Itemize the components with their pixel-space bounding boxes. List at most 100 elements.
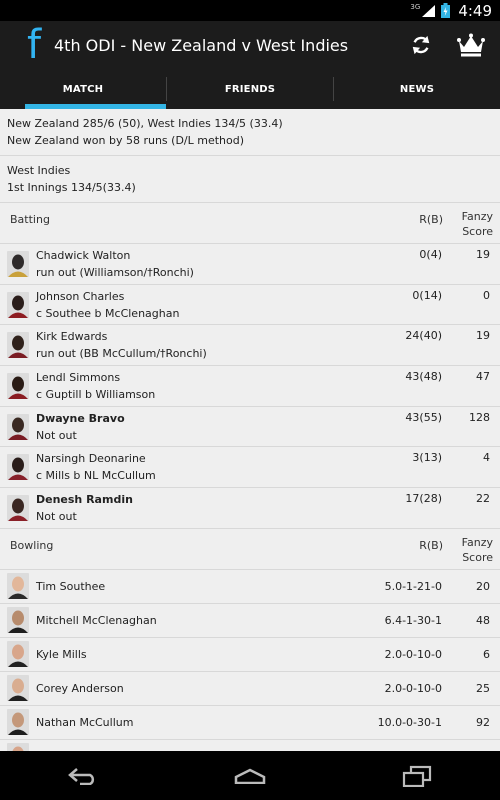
refresh-icon[interactable]	[406, 30, 436, 60]
runs-balls: 43(55)	[405, 410, 442, 424]
runs-balls: 17(28)	[405, 492, 442, 506]
tab-label: MATCH	[62, 83, 104, 95]
player-avatar	[7, 332, 29, 359]
tab-news[interactable]: NEWS	[334, 69, 500, 109]
fanzy-score: 47	[476, 370, 490, 384]
player-avatar	[7, 494, 29, 521]
fanzy-score: 19	[476, 248, 490, 261]
player-info: Dwayne Bravo Not out	[36, 410, 352, 444]
player-avatar	[7, 743, 29, 751]
batting-title: Batting	[10, 213, 50, 226]
bowling-figures: 2.0-0-10-0	[384, 681, 442, 695]
bowler-row[interactable]: Corey Anderson 2.0-0-10-0 25	[0, 672, 500, 706]
fanzy-score: 92	[476, 715, 490, 729]
crown-icon[interactable]	[456, 30, 486, 60]
signal-icon	[422, 4, 436, 17]
player-avatar	[7, 250, 29, 277]
innings-summary: West Indies 1st Innings 134/5(33.4)	[0, 156, 500, 203]
match-scorecard[interactable]: New Zealand 285/6 (50), West Indies 134/…	[0, 109, 500, 751]
player-avatar	[7, 675, 29, 702]
player-avatar	[7, 372, 29, 399]
back-icon[interactable]	[53, 756, 113, 796]
player-name: Nathan McCullum	[36, 715, 134, 729]
bowler-row[interactable]: Kane Williamson8.0-0-30-1105	[0, 740, 500, 751]
network-type: 3G	[410, 2, 421, 11]
fanzy-score: 48	[476, 613, 490, 627]
player-name: Narsingh Deonarine	[36, 452, 146, 466]
dismissal-text: run out (Williamson/†Ronchi)	[36, 265, 194, 279]
figures-column-header: R(B)	[419, 538, 443, 552]
bowling-title: Bowling	[10, 538, 54, 552]
dismissal-text: run out (BB McCullum/†Ronchi)	[36, 347, 207, 361]
navigation-bar	[0, 751, 500, 800]
fanzy-column-header: Fanzy Score	[461, 210, 493, 238]
fanzy-score: 6	[483, 647, 490, 661]
dismissal-text: c Southee b McClenaghan	[36, 306, 180, 320]
fanzy-score: 25	[476, 681, 490, 695]
batsman-row[interactable]: Dwayne Bravo Not out 43(55) 128	[0, 407, 500, 448]
innings-detail: 1st Innings 134/5(33.4)	[7, 181, 136, 194]
dismissal-text: Not out	[36, 509, 77, 523]
batsman-row[interactable]: Narsingh Deonarine c Mills b NL McCullum 3…	[0, 447, 500, 489]
batting-list: Chadwick Walton run out (Williamson/†Ronc…	[0, 244, 500, 529]
player-name: Denesh Ramdin	[36, 492, 133, 506]
tab-match[interactable]: MATCH	[0, 69, 166, 109]
player-avatar	[7, 413, 29, 440]
dismissal-text: c Guptill b Williamson	[36, 387, 156, 401]
player-info: Nathan McCullum	[36, 714, 322, 731]
innings-team: West Indies	[7, 164, 71, 177]
bowling-header: Bowling R(B) Fanzy Score	[0, 529, 500, 570]
player-avatar	[7, 291, 29, 318]
player-info: Narsingh Deonarine c Mills b NL McCullum	[36, 450, 352, 484]
player-info: Corey Anderson	[36, 680, 322, 697]
fanzy-score: 22	[476, 492, 490, 506]
player-name: Mitchell McClenaghan	[36, 613, 157, 627]
player-name: Dwayne Bravo	[36, 411, 125, 425]
bowler-row[interactable]: Tim Southee 5.0-1-21-0 20	[0, 570, 500, 604]
player-name: Corey Anderson	[36, 681, 124, 695]
clock: 4:49	[458, 1, 492, 20]
tab-label: NEWS	[399, 83, 435, 95]
player-name: Kirk Edwards	[36, 330, 108, 344]
runs-balls: 3(13)	[412, 451, 442, 465]
batsman-row[interactable]: Lendl Simmons c Guptill b Williamson 43(48…	[0, 366, 500, 407]
fanzy-column-header: Fanzy Score	[461, 535, 493, 564]
tab-friends[interactable]: FRIENDS	[167, 69, 333, 109]
fanzy-score: 128	[469, 410, 490, 424]
player-name: Chadwick Walton	[36, 248, 131, 262]
runs-balls: 0(14)	[412, 288, 442, 302]
match-result: New Zealand won by 58 runs (D/L method)	[7, 134, 245, 147]
batsman-row[interactable]: Denesh Ramdin Not out 17(28) 22	[0, 488, 500, 529]
bowler-row[interactable]: Nathan McCullum 10.0-0-30-1 92	[0, 706, 500, 740]
player-name: Lendl Simmons	[36, 370, 121, 384]
recents-icon[interactable]	[387, 756, 447, 796]
runs-balls: 43(48)	[405, 370, 442, 384]
tab-label: FRIENDS	[224, 83, 276, 95]
player-avatar	[7, 709, 29, 736]
batsman-row[interactable]: Johnson Charles c Southee b McClenaghan 0(…	[0, 285, 500, 326]
fanzy-score: 4	[483, 451, 490, 465]
action-bar: f 4th ODI - New Zealand v West Indies	[0, 21, 500, 69]
bowler-row[interactable]: Mitchell McClenaghan 6.4-1-30-1 48	[0, 604, 500, 638]
dismissal-text: c Mills b NL McCullum	[36, 469, 156, 483]
runs-balls: 24(40)	[405, 329, 442, 343]
batsman-row[interactable]: Kirk Edwards run out (BB McCullum/†Ronchi…	[0, 325, 500, 367]
match-scores: New Zealand 285/6 (50), West Indies 134/…	[7, 117, 283, 130]
bowling-figures: 2.0-0-10-0	[384, 647, 442, 661]
batting-header: Batting R(B) Fanzy Score	[0, 203, 500, 244]
player-avatar	[7, 573, 29, 600]
home-icon[interactable]	[220, 756, 280, 796]
status-bar: 3G 4:49	[0, 0, 500, 21]
match-summary: New Zealand 285/6 (50), West Indies 134/…	[0, 109, 500, 156]
bowling-figures: 5.0-1-21-0	[384, 579, 442, 593]
app-logo[interactable]: f	[14, 21, 54, 69]
dismissal-text: Not out	[36, 428, 77, 442]
player-info: Chadwick Walton run out (Williamson/†Ronc…	[36, 247, 352, 281]
bowler-row[interactable]: Kyle Mills 2.0-0-10-0 6	[0, 638, 500, 672]
player-name: Tim Southee	[36, 579, 106, 593]
player-info: Kyle Mills	[36, 646, 322, 663]
player-info: Lendl Simmons c Guptill b Williamson	[36, 369, 352, 403]
player-avatar	[7, 454, 29, 481]
batsman-row[interactable]: Chadwick Walton run out (Williamson/†Ronc…	[0, 244, 500, 285]
battery-icon	[441, 3, 451, 18]
